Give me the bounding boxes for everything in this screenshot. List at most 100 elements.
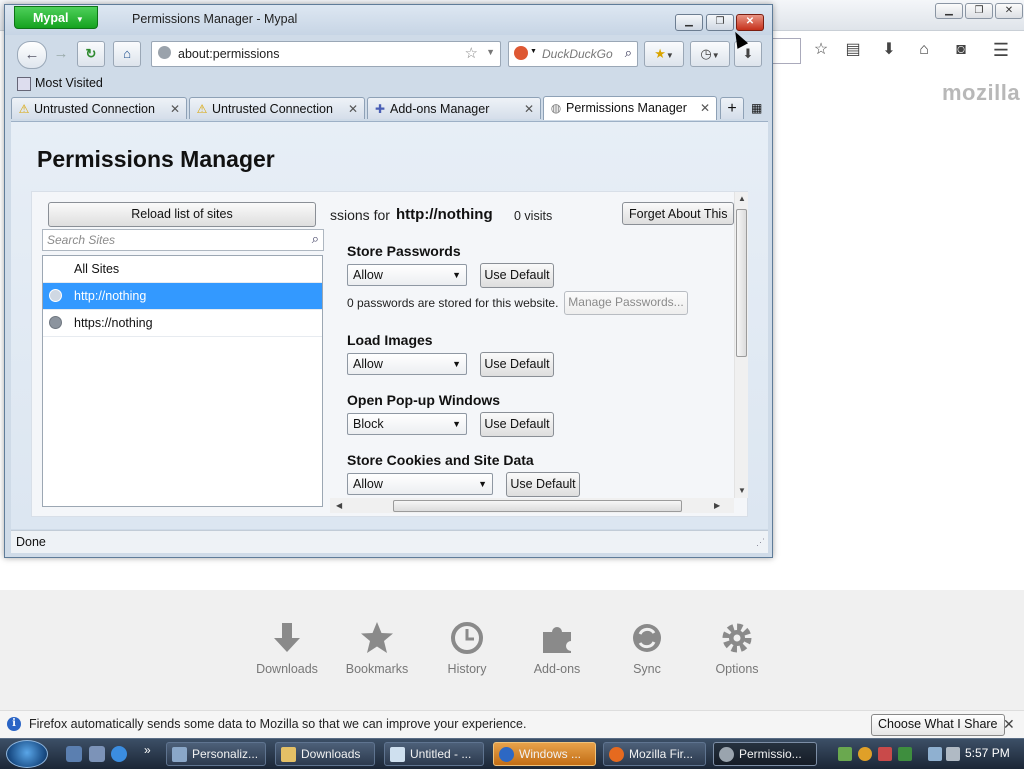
tab-add-ons-manager[interactable]: ✚ Add-ons Manager ✕ (367, 97, 541, 119)
bookmarks-toolbar: Most Visited (11, 73, 768, 95)
popup-windows-select[interactable]: Block ▼ (347, 413, 467, 435)
launcher-downloads[interactable]: Downloads (247, 620, 327, 676)
scroll-up-icon[interactable]: ▲ (738, 194, 746, 203)
most-visited-bookmark[interactable]: Most Visited (35, 76, 103, 90)
maximize-button[interactable]: ❐ (706, 14, 734, 31)
bg-close-button[interactable]: ✕ (995, 3, 1023, 19)
resize-grip-icon[interactable]: ⋰ (756, 537, 765, 548)
home-icon[interactable]: ⌂ (913, 40, 935, 60)
network-icon[interactable] (928, 747, 942, 761)
volume-muted-icon[interactable] (946, 747, 960, 761)
taskbar-item-windows-help[interactable]: Windows ... (493, 742, 596, 766)
internet-explorer-icon[interactable] (111, 746, 127, 762)
clock-icon: ◷ (700, 46, 712, 61)
tray-warning-icon[interactable] (858, 747, 872, 761)
tab-untrusted-connection-2[interactable]: ⚠ Untrusted Connection ✕ (189, 97, 365, 119)
quick-launch-overflow-icon[interactable]: » (144, 743, 151, 757)
search-icon[interactable]: ⌕ (625, 45, 632, 61)
tab-permissions-manager[interactable]: ◍ Permissions Manager ✕ (543, 96, 717, 120)
scroll-down-icon[interactable]: ▼ (738, 486, 746, 495)
store-passwords-select[interactable]: Allow ▼ (347, 264, 467, 286)
notification-close-icon[interactable]: ✕ (1003, 716, 1015, 733)
bookmarks-menu-button[interactable]: ★▼ (644, 41, 684, 67)
tray-security-icon[interactable] (878, 747, 892, 761)
tab-close-icon[interactable]: ✕ (170, 98, 180, 119)
tab-close-icon[interactable]: ✕ (348, 98, 358, 119)
minimize-button[interactable]: ▁ (675, 14, 703, 31)
load-images-default-button[interactable]: Use Default (480, 352, 554, 377)
switch-windows-icon[interactable] (89, 746, 105, 762)
site-item-https-nothing[interactable]: https://nothing (43, 310, 322, 337)
url-dropdown-icon[interactable]: ▼ (486, 47, 495, 57)
back-button[interactable]: ← (17, 41, 47, 69)
bg-restore-button[interactable]: ❐ (965, 3, 993, 19)
manage-passwords-button[interactable]: Manage Passwords... (564, 291, 688, 315)
popup-windows-default-button[interactable]: Use Default (480, 412, 554, 437)
app-menu-button[interactable]: Mypal ▼ (14, 6, 98, 29)
cookies-select[interactable]: Allow ▼ (347, 473, 493, 495)
vertical-scrollbar[interactable]: ▲ ▼ (734, 192, 748, 498)
clock[interactable]: 5:57 PM (965, 746, 1010, 760)
tab-close-icon[interactable]: ✕ (524, 98, 534, 119)
tab-close-icon[interactable]: ✕ (700, 97, 710, 119)
search-bar[interactable]: ▼ DuckDuckGo ⌕ (508, 41, 638, 67)
search-engine-chevron-icon[interactable]: ▼ (530, 48, 537, 55)
taskbar-item-permissions-manager[interactable]: Permissio... (713, 742, 817, 766)
data-reporting-notification-bar: i Firefox automatically sends some data … (0, 710, 1024, 739)
tray-app-icon[interactable] (838, 747, 852, 761)
site-search-input[interactable]: Search Sites ⌕ (42, 229, 324, 251)
chevron-down-icon: ▼ (478, 479, 487, 489)
tab-untrusted-connection-1[interactable]: ⚠ Untrusted Connection ✕ (11, 97, 187, 119)
pocket-icon[interactable]: ◙ (950, 40, 972, 60)
launcher-history[interactable]: History (427, 620, 507, 676)
clock-icon (451, 622, 483, 654)
launcher-sync[interactable]: Sync (607, 620, 687, 676)
site-host: http://nothing (396, 206, 493, 223)
start-page-launcher-area (0, 590, 1024, 710)
store-passwords-title: Store Passwords (347, 243, 461, 259)
home-button[interactable]: ⌂ (113, 41, 141, 67)
taskbar-item-notepad[interactable]: Untitled - ... (384, 742, 484, 766)
tray-update-icon[interactable] (898, 747, 912, 761)
scroll-right-icon[interactable]: ▶ (714, 501, 720, 510)
site-header-prefix: ssions for (330, 207, 390, 223)
vertical-scroll-thumb[interactable] (736, 209, 747, 357)
window-titlebar[interactable]: Mypal ▼ Permissions Manager - Mypal ▁ ❐ … (5, 5, 772, 35)
horizontal-scroll-thumb[interactable] (393, 500, 682, 512)
list-all-tabs-icon[interactable]: ▦ (751, 101, 762, 115)
duckduckgo-icon[interactable] (514, 46, 528, 60)
reading-list-icon[interactable]: ▤ (842, 40, 864, 60)
taskbar-item-mozilla-firefox[interactable]: Mozilla Fir... (603, 742, 706, 766)
load-images-select[interactable]: Allow ▼ (347, 353, 467, 375)
task-label: Downloads (301, 747, 361, 761)
launcher-bookmarks[interactable]: Bookmarks (337, 620, 417, 676)
forget-about-site-button[interactable]: Forget About This (622, 202, 734, 225)
show-desktop-icon[interactable] (66, 746, 82, 762)
choose-what-i-share-button[interactable]: Choose What I Share (871, 714, 1005, 736)
task-label: Mozilla Fir... (629, 747, 694, 761)
reload-button[interactable]: ↻ (77, 41, 105, 67)
bookmark-star-icon[interactable]: ☆ (810, 40, 832, 60)
forward-button[interactable]: → (47, 41, 75, 67)
history-button[interactable]: ◷▼ (690, 41, 730, 67)
bookmark-star-icon[interactable]: ☆ (465, 44, 478, 62)
cookies-default-button[interactable]: Use Default (506, 472, 580, 497)
site-item-all-sites[interactable]: All Sites (43, 256, 322, 283)
url-bar[interactable]: about:permissions ☆ ▼ (151, 41, 501, 67)
horizontal-scrollbar[interactable]: ◀ ▶ (330, 498, 734, 513)
sites-list: All Sites http://nothing https://nothing (42, 255, 323, 507)
downloads-icon[interactable]: ⬇ (878, 40, 900, 60)
new-tab-button[interactable]: + (720, 97, 744, 119)
bg-minimize-button[interactable]: ▁ (935, 3, 963, 19)
taskbar-item-personalization[interactable]: Personaliz... (166, 742, 266, 766)
globe-icon (49, 316, 62, 329)
launcher-addons[interactable]: Add-ons (517, 620, 597, 676)
store-passwords-default-button[interactable]: Use Default (480, 263, 554, 288)
launcher-options[interactable]: Options (697, 620, 777, 676)
taskbar-item-downloads[interactable]: Downloads (275, 742, 375, 766)
site-item-http-nothing[interactable]: http://nothing (43, 283, 322, 310)
scroll-left-icon[interactable]: ◀ (336, 501, 342, 510)
start-button[interactable] (6, 740, 48, 768)
reload-sites-button[interactable]: Reload list of sites (48, 202, 316, 227)
menu-icon[interactable]: ☰ (990, 40, 1012, 60)
